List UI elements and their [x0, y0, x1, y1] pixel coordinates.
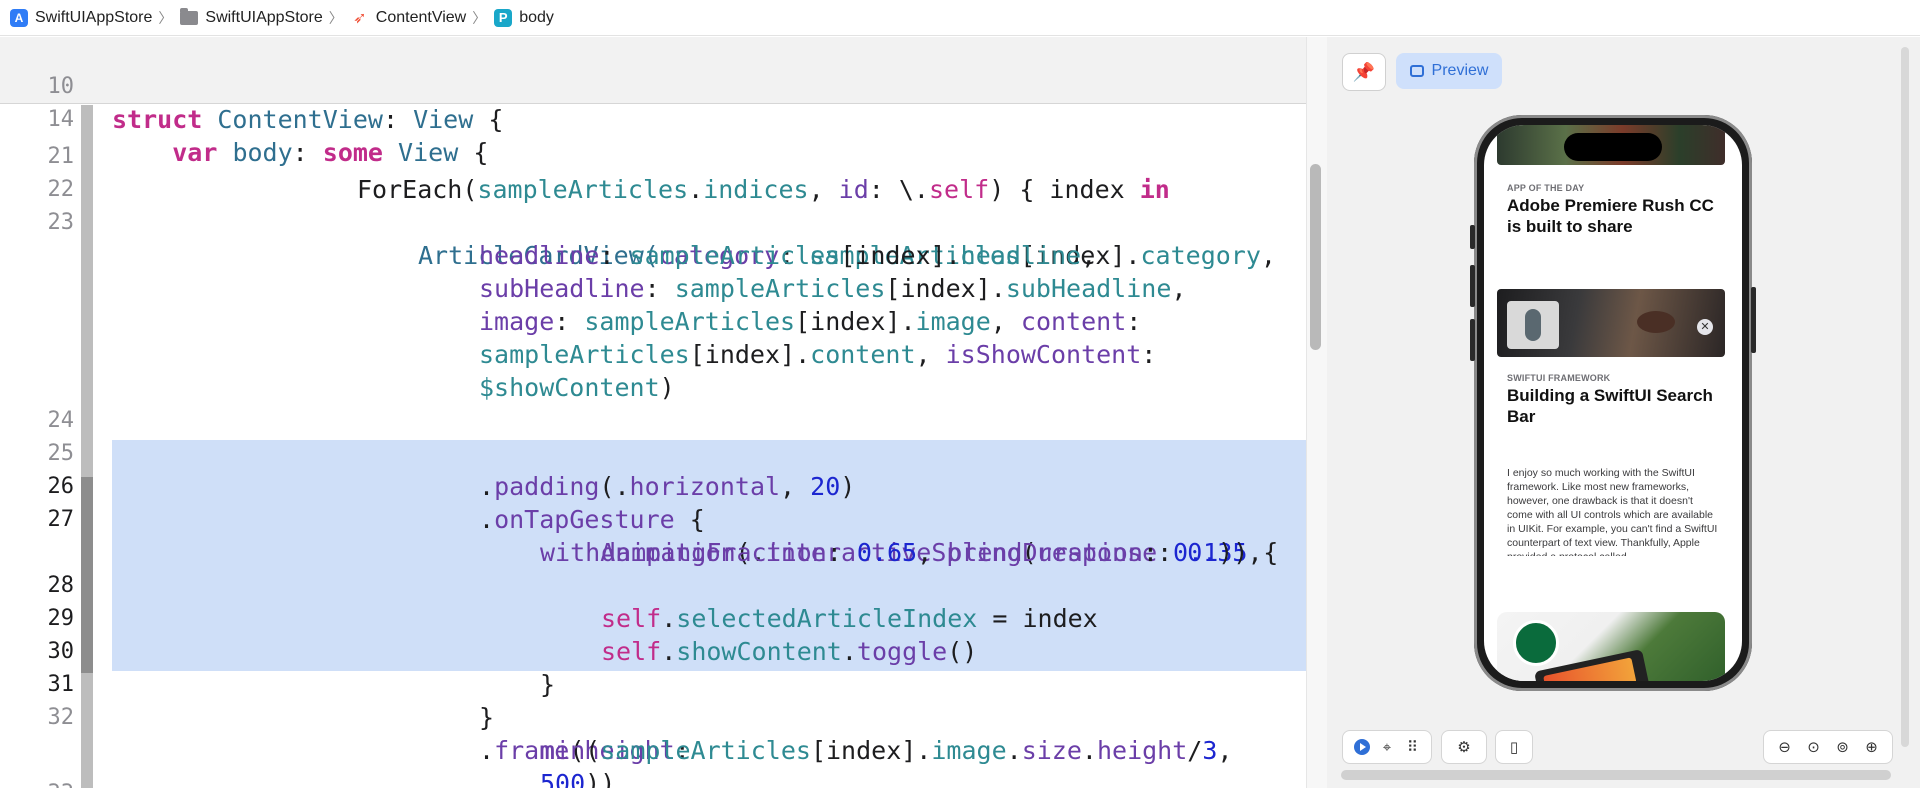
breadcrumb-label: ContentView — [375, 8, 467, 26]
breadcrumb-item-symbol[interactable]: P body — [494, 8, 554, 27]
code-line-wrap[interactable]: min(sampleArticles[index].image.size.hei… — [0, 701, 1306, 765]
zoom-100-icon[interactable]: ⊚ — [1832, 736, 1854, 758]
zoom-out-icon[interactable]: ⊖ — [1774, 736, 1796, 758]
code-line[interactable]: 25 .padding(.horizontal, 20) — [0, 404, 1306, 501]
breadcrumb-label: SwiftUIAppStore — [205, 8, 323, 26]
breadcrumb-item-project[interactable]: A SwiftUIAppStore — [10, 8, 153, 27]
article-card-image[interactable]: ✕ — [1497, 289, 1725, 357]
device-icon[interactable]: ▯ — [1503, 736, 1525, 758]
code-line-wrap[interactable]: sampleArticles[index].content, isShowCon… — [0, 305, 1306, 369]
article-headline: Adobe Premiere Rush CC is built to share — [1507, 196, 1714, 236]
breadcrumb: A SwiftUIAppStore 〉 SwiftUIAppStore 〉 ➶ … — [0, 0, 1920, 36]
code-line-wrap[interactable]: subHeadline: sampleArticles[index].subHe… — [0, 239, 1306, 303]
folder-icon — [180, 7, 199, 25]
code-line[interactable]: 26 .onTapGesture { — [0, 437, 1306, 534]
code-line[interactable]: 30 } — [0, 602, 1306, 699]
zoom-controls: ⊖ ⊙ ⊚ ⊕ — [1763, 730, 1893, 764]
preview-label: Preview — [1431, 62, 1489, 79]
code-line-wrap[interactable]: $showContent) — [0, 338, 1306, 402]
app-screen[interactable]: APP OF THE DAY Adobe Premiere Rush CC is… — [1484, 125, 1742, 681]
article-content: I enjoy so much working with the SwiftUI… — [1507, 467, 1718, 556]
breadcrumb-label: SwiftUIAppStore — [35, 8, 153, 26]
device-settings-control: ⚙ — [1441, 730, 1487, 764]
pin-icon: 📌 — [1352, 61, 1376, 82]
pin-preview-button[interactable]: 📌 — [1342, 53, 1386, 91]
code-line[interactable]: 33 — [0, 767, 1306, 788]
preview-mode-controls: ⌖ ⠿ — [1342, 730, 1432, 764]
starbucks-logo-image — [1513, 620, 1559, 666]
article-category: APP OF THE DAY — [1507, 183, 1585, 193]
breadcrumb-label: body — [519, 8, 554, 26]
editor-scrollbar-thumb[interactable] — [1310, 164, 1321, 350]
code-text: struct ContentView: View { — [112, 105, 504, 134]
article-card-image[interactable] — [1497, 612, 1725, 681]
line-number: 14 — [47, 107, 75, 132]
app-project-icon: A — [10, 8, 28, 27]
code-line[interactable]: 24 — [0, 371, 1306, 433]
code-line[interactable]: 23 ArticleCardView(category: sampleArtic… — [0, 173, 1306, 270]
code-line[interactable]: 28 self.selectedArticleIndex = index — [0, 536, 1306, 633]
device-side-button — [1470, 265, 1475, 307]
preview-mode-button[interactable]: Preview — [1396, 53, 1502, 89]
device-control: ▯ — [1495, 730, 1533, 764]
article-category: SWIFTUI FRAMEWORK — [1507, 373, 1611, 383]
zoom-fit-icon[interactable]: ⊙ — [1803, 736, 1825, 758]
code-line[interactable]: 29 self.showContent.toggle() — [0, 569, 1306, 666]
code-line-wrap[interactable]: dampingFraction: 0.65, blendDuration: 0.… — [0, 503, 1306, 567]
device-side-button — [1470, 225, 1475, 249]
device-side-button — [1751, 287, 1756, 353]
code-text: var body: some View { — [172, 138, 489, 167]
coffee-cup-image — [1637, 311, 1675, 333]
device-side-button — [1470, 319, 1475, 361]
breadcrumb-separator: 〉 — [472, 9, 487, 26]
preview-window-icon — [1409, 65, 1424, 77]
swift-file-icon: ➶ — [353, 9, 367, 27]
device-settings-icon[interactable]: ⚙ — [1453, 736, 1475, 758]
code-line-wrap[interactable]: headline: sampleArticles[index].headline… — [0, 206, 1306, 270]
vase-image — [1507, 301, 1559, 349]
code-line[interactable]: 10 struct ContentView: View { — [0, 37, 1306, 134]
code-line-wrap[interactable]: image: sampleArticles[index].image, cont… — [0, 272, 1306, 336]
sticky-scope-header[interactable]: 10 struct ContentView: View { 14 var bod… — [0, 37, 1306, 167]
live-preview-icon[interactable] — [1351, 736, 1373, 758]
variants-grid-icon[interactable]: ⠿ — [1401, 736, 1423, 758]
code-line-wrap[interactable]: 500)) — [0, 734, 1306, 788]
dynamic-island — [1564, 133, 1662, 161]
editor-scrollbar-track[interactable] — [1306, 37, 1327, 788]
breadcrumb-separator: 〉 — [158, 9, 173, 26]
article-headline: Building a SwiftUI Search Bar — [1507, 386, 1713, 426]
code-line[interactable]: 32 .frame(height: — [0, 668, 1306, 765]
preview-canvas[interactable]: 📌 Preview APP OF THE DAY Adobe Premiere … — [1327, 37, 1920, 788]
code-line[interactable]: 27 withAnimation(.interactiveSpring(resp… — [0, 470, 1306, 567]
breadcrumb-item-folder[interactable]: SwiftUIAppStore — [180, 7, 323, 27]
preview-scrollbar[interactable] — [1901, 47, 1909, 747]
close-icon[interactable]: ✕ — [1697, 319, 1713, 335]
code-editor[interactable]: 10 struct ContentView: View { 14 var bod… — [0, 37, 1306, 788]
preview-horizontal-scrollbar[interactable] — [1341, 770, 1891, 780]
iphone-device-frame: APP OF THE DAY Adobe Premiere Rush CC is… — [1470, 115, 1756, 691]
breadcrumb-separator: 〉 — [328, 9, 343, 26]
zoom-in-icon[interactable]: ⊕ — [1861, 736, 1883, 758]
line-number: 33 — [0, 777, 75, 788]
property-icon: P — [494, 8, 513, 27]
selectable-icon[interactable]: ⌖ — [1376, 736, 1398, 758]
code-line[interactable]: 14 var body: some View { — [0, 70, 1306, 167]
breadcrumb-item-file[interactable]: ➶ ContentView — [351, 9, 466, 27]
code-line[interactable]: 31 } — [0, 635, 1306, 732]
